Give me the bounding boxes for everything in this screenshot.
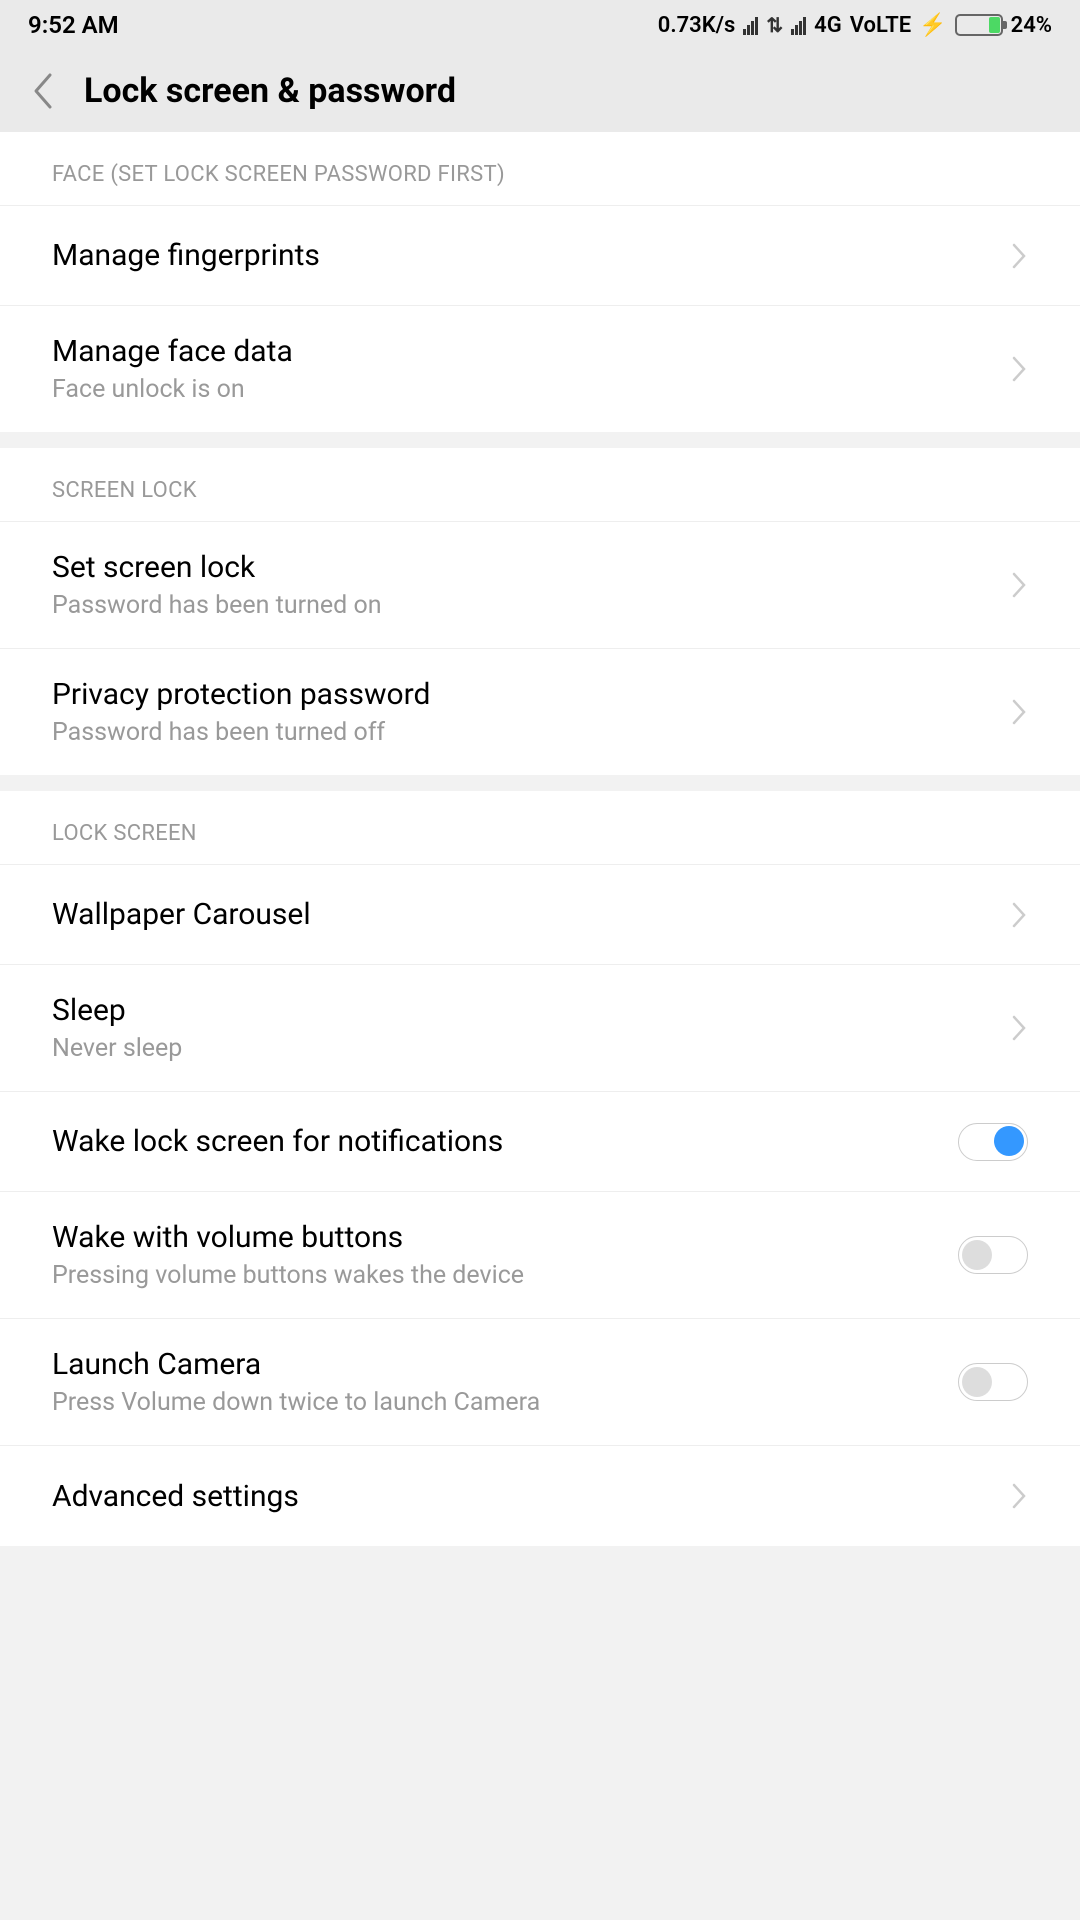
item-launch-camera: Launch Camera Press Volume down twice to…	[0, 1319, 1080, 1446]
chevron-right-icon	[1010, 900, 1028, 930]
toggle-wake-notifications[interactable]	[958, 1123, 1028, 1161]
section-gap	[0, 432, 1080, 448]
network-type-2: VoLTE	[850, 13, 912, 38]
item-sleep[interactable]: Sleep Never sleep	[0, 965, 1080, 1092]
data-rate: 0.73K/s	[658, 13, 736, 38]
chevron-right-icon	[1010, 697, 1028, 727]
item-subtitle: Never sleep	[52, 1034, 182, 1063]
item-manage-fingerprints[interactable]: Manage fingerprints	[0, 206, 1080, 306]
chevron-right-icon	[1010, 570, 1028, 600]
page-title: Lock screen & password	[84, 71, 456, 111]
status-bar: 9:52 AM 0.73K/s ⇅ 4G VoLTE ⚡ 24%	[0, 0, 1080, 50]
item-title: Set screen lock	[52, 550, 382, 585]
chevron-right-icon	[1010, 1013, 1028, 1043]
battery-percent: 24%	[1011, 13, 1052, 38]
item-subtitle: Password has been turned on	[52, 591, 382, 620]
item-manage-face-data[interactable]: Manage face data Face unlock is on	[0, 306, 1080, 432]
section-header-screen-lock: SCREEN LOCK	[0, 448, 1080, 522]
toggle-wake-volume[interactable]	[958, 1236, 1028, 1274]
item-title: Advanced settings	[52, 1479, 299, 1514]
item-title: Sleep	[52, 993, 182, 1028]
item-wake-volume-buttons: Wake with volume buttons Pressing volume…	[0, 1192, 1080, 1319]
item-title: Wallpaper Carousel	[52, 897, 311, 932]
chevron-right-icon	[1010, 1481, 1028, 1511]
data-arrows-icon: ⇅	[766, 13, 783, 37]
chevron-right-icon	[1010, 241, 1028, 271]
status-indicators: 0.73K/s ⇅ 4G VoLTE ⚡ 24%	[658, 13, 1052, 38]
item-title: Wake lock screen for notifications	[52, 1124, 503, 1159]
item-set-screen-lock[interactable]: Set screen lock Password has been turned…	[0, 522, 1080, 649]
section-lock-screen: LOCK SCREEN Wallpaper Carousel Sleep Nev…	[0, 791, 1080, 1546]
item-title: Manage fingerprints	[52, 238, 320, 273]
item-title: Privacy protection password	[52, 677, 430, 712]
back-arrow-icon[interactable]	[30, 71, 54, 111]
signal-icon-1	[743, 15, 758, 35]
status-time: 9:52 AM	[28, 11, 119, 39]
section-screen-lock: SCREEN LOCK Set screen lock Password has…	[0, 448, 1080, 775]
app-header: Lock screen & password	[0, 50, 1080, 132]
section-face: FACE (SET LOCK SCREEN PASSWORD FIRST) Ma…	[0, 132, 1080, 432]
item-title: Launch Camera	[52, 1347, 540, 1382]
item-subtitle: Face unlock is on	[52, 375, 293, 404]
item-privacy-protection-password[interactable]: Privacy protection password Password has…	[0, 649, 1080, 775]
item-title: Manage face data	[52, 334, 293, 369]
chevron-right-icon	[1010, 354, 1028, 384]
item-advanced-settings[interactable]: Advanced settings	[0, 1446, 1080, 1546]
signal-icon-2	[791, 15, 806, 35]
charging-icon: ⚡	[919, 13, 946, 38]
battery-icon	[955, 14, 1003, 36]
section-gap	[0, 775, 1080, 791]
section-header-face: FACE (SET LOCK SCREEN PASSWORD FIRST)	[0, 132, 1080, 206]
item-subtitle: Pressing volume buttons wakes the device	[52, 1261, 524, 1290]
toggle-launch-camera[interactable]	[958, 1363, 1028, 1401]
item-wake-notifications: Wake lock screen for notifications	[0, 1092, 1080, 1192]
network-type-1: 4G	[814, 13, 842, 38]
item-subtitle: Press Volume down twice to launch Camera	[52, 1388, 540, 1417]
item-subtitle: Password has been turned off	[52, 718, 430, 747]
item-wallpaper-carousel[interactable]: Wallpaper Carousel	[0, 865, 1080, 965]
item-title: Wake with volume buttons	[52, 1220, 524, 1255]
section-header-lock-screen: LOCK SCREEN	[0, 791, 1080, 865]
